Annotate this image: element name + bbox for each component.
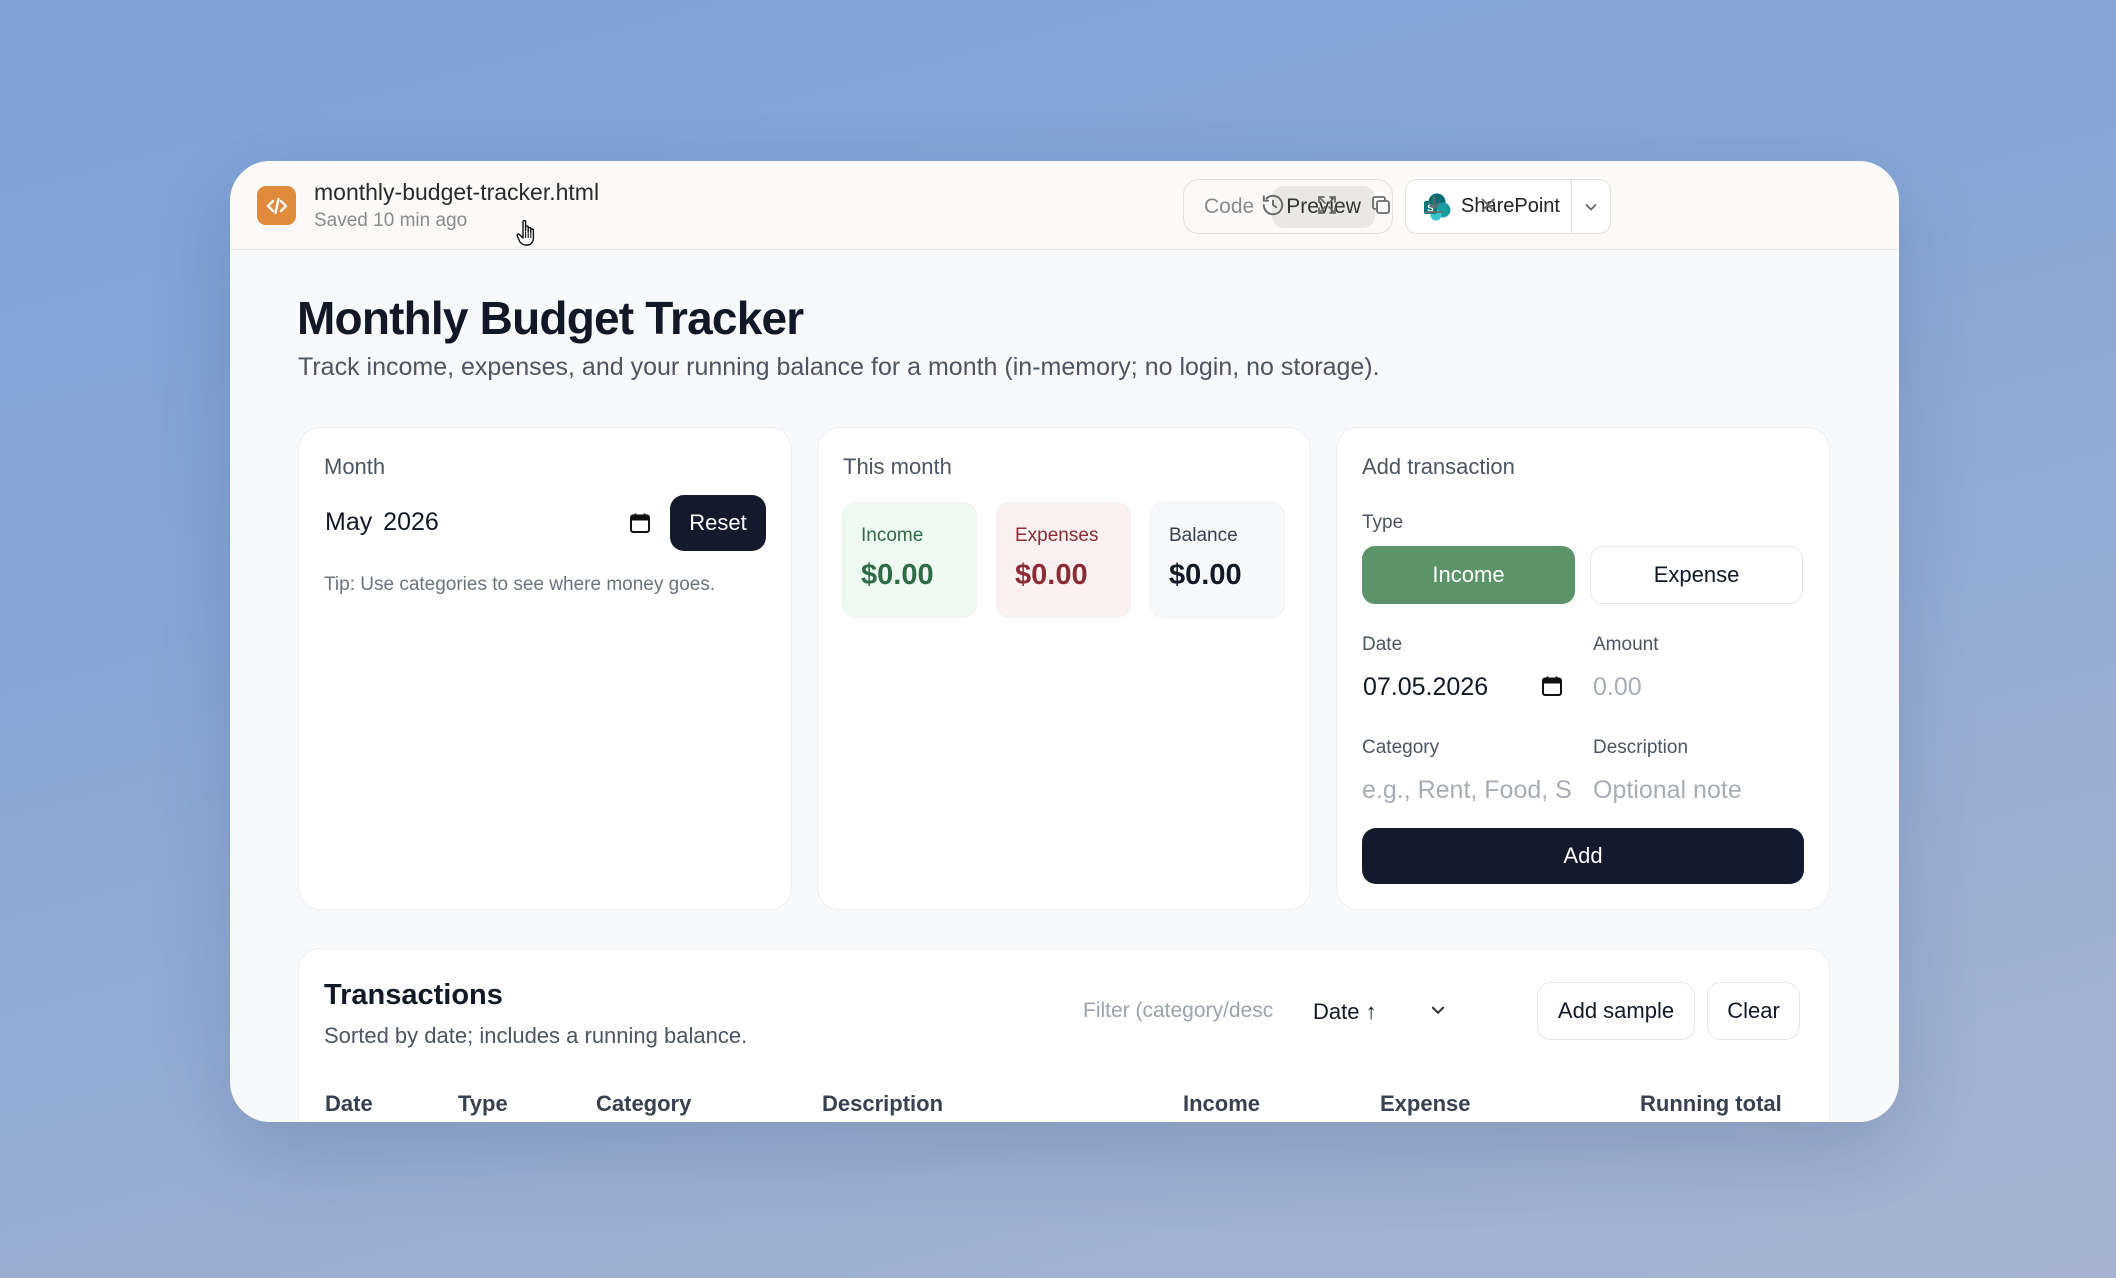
month-card: Month May 2026 Reset Tip: Use categories… — [298, 427, 792, 910]
date-input[interactable]: 07.05.2026 — [1355, 660, 1575, 712]
description-label: Description — [1593, 737, 1689, 758]
add-button[interactable]: Add — [1362, 828, 1804, 884]
download-icon[interactable] — [1420, 191, 1448, 219]
save-status: Saved 10 min ago — [314, 210, 468, 231]
month-label: Month — [324, 454, 386, 479]
column-header-running-total: Running total — [1640, 1091, 1782, 1116]
close-icon[interactable] — [1474, 191, 1502, 219]
chevron-down-icon[interactable] — [1572, 199, 1610, 215]
copy-icon[interactable] — [1367, 191, 1395, 219]
reset-button[interactable]: Reset — [670, 495, 766, 551]
date-label: Date — [1362, 634, 1403, 655]
income-stat-label: Income — [861, 525, 924, 546]
add-transaction-card: Add transaction Type Income Expense Date… — [1336, 427, 1830, 910]
sort-value: Date ↑ — [1313, 999, 1377, 1024]
balance-stat: Balance $0.00 — [1150, 502, 1285, 618]
column-header-description: Description — [822, 1091, 944, 1116]
history-icon[interactable] — [1259, 191, 1287, 219]
calendar-icon[interactable] — [1541, 675, 1563, 697]
amount-input[interactable]: 0.00 — [1593, 673, 1803, 702]
income-stat: Income $0.00 — [842, 502, 977, 618]
expense-type-button[interactable]: Expense — [1590, 546, 1803, 604]
description-input[interactable]: Optional note — [1593, 776, 1803, 805]
amount-label: Amount — [1593, 634, 1659, 655]
balance-stat-label: Balance — [1169, 525, 1238, 546]
tip-text: Tip: Use categories to see where money g… — [324, 574, 716, 595]
category-label: Category — [1362, 737, 1440, 758]
filter-input[interactable]: Filter (category/descript — [1083, 999, 1273, 1023]
code-file-icon — [257, 186, 296, 225]
summary-card: This month Income $0.00 Expenses $0.00 B… — [817, 427, 1311, 910]
column-header-income: Income — [1183, 1091, 1261, 1116]
type-label: Type — [1362, 512, 1404, 533]
column-header-date: Date — [325, 1091, 373, 1116]
month-value: May 2026 — [325, 508, 439, 536]
title-bar: monthly-budget-tracker.html Saved 10 min… — [230, 161, 1899, 250]
balance-stat-value: $0.00 — [1169, 559, 1242, 591]
income-stat-value: $0.00 — [861, 559, 934, 591]
page-subtitle: Track income, expenses, and your running… — [298, 353, 1380, 381]
sort-select[interactable]: Date ↑ — [1299, 989, 1469, 1033]
chevron-down-icon — [1431, 1006, 1445, 1014]
summary-label: This month — [843, 454, 952, 479]
file-name: monthly-budget-tracker.html — [314, 179, 600, 205]
tab-code[interactable]: Code — [1190, 186, 1268, 228]
expenses-stat-value: $0.00 — [1015, 559, 1088, 591]
category-input[interactable]: e.g., Rent, Food, S — [1362, 776, 1572, 805]
transactions-subtitle: Sorted by date; includes a running balan… — [324, 1023, 748, 1048]
income-type-button[interactable]: Income — [1362, 546, 1575, 604]
page-title: Monthly Budget Tracker — [297, 292, 804, 344]
preview-content: Monthly Budget Tracker Track income, exp… — [230, 250, 1899, 1122]
column-header-category: Category — [596, 1091, 692, 1116]
clear-button[interactable]: Clear — [1707, 982, 1800, 1040]
transactions-title: Transactions — [324, 979, 503, 1011]
date-value: 07.05.2026 — [1363, 673, 1489, 701]
hand-pointer-icon — [516, 219, 535, 246]
fullscreen-icon[interactable] — [1313, 191, 1341, 219]
column-header-expense: Expense — [1380, 1091, 1471, 1116]
transactions-card: Transactions Sorted by date; includes a … — [298, 948, 1830, 1122]
column-header-type: Type — [458, 1091, 508, 1116]
view-toggle: Code Preview — [1183, 179, 1393, 234]
add-transaction-label: Add transaction — [1362, 454, 1515, 479]
add-sample-button[interactable]: Add sample — [1537, 982, 1695, 1040]
expenses-stat: Expenses $0.00 — [996, 502, 1131, 618]
expenses-stat-label: Expenses — [1015, 525, 1099, 546]
month-input[interactable]: May 2026 — [317, 494, 650, 554]
calendar-icon[interactable] — [629, 512, 651, 534]
app-window: monthly-budget-tracker.html Saved 10 min… — [230, 161, 1899, 1122]
